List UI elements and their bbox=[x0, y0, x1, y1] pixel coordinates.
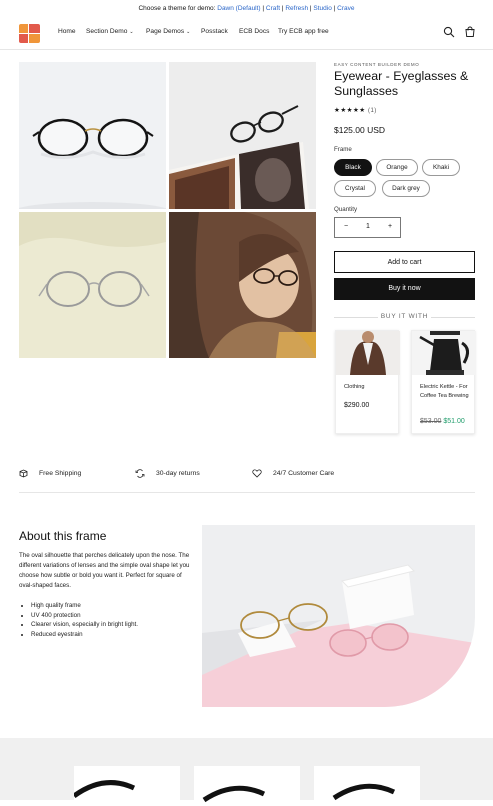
eyeglasses-image bbox=[19, 62, 166, 209]
feature-returns: 30-day returns bbox=[135, 469, 200, 478]
theme-link-dawn[interactable]: Dawn (Default) bbox=[217, 5, 260, 12]
cart-icon[interactable] bbox=[464, 26, 476, 38]
theme-link-studio[interactable]: Studio bbox=[313, 5, 331, 12]
clothing-image bbox=[336, 331, 400, 375]
return-icon bbox=[135, 469, 145, 478]
announcement-bar: Choose a theme for demo: Dawn (Default) … bbox=[0, 0, 493, 17]
quantity-plus-button[interactable]: + bbox=[388, 223, 392, 230]
search-icon[interactable] bbox=[443, 26, 455, 38]
frame-label: Frame bbox=[334, 146, 352, 153]
related-product-2[interactable] bbox=[194, 766, 300, 806]
buy-with-item-title: Electric Kettle - For Coffee Tea Brewing bbox=[420, 384, 469, 399]
feature-customer-care: 24/7 Customer Care bbox=[252, 469, 335, 478]
eyeglasses-thumbnail bbox=[332, 783, 396, 801]
heart-icon bbox=[252, 469, 262, 478]
eyeglasses-thumbnail bbox=[74, 780, 136, 799]
buy-with-card-kettle[interactable]: Electric Kettle - For Coffee Tea Brewing… bbox=[411, 330, 476, 434]
frame-option-orange[interactable]: Orange bbox=[376, 159, 418, 176]
product-rating[interactable]: ★★★★★ (1) bbox=[334, 106, 377, 114]
box-icon bbox=[19, 469, 28, 478]
site-header: Home Section Demo ⌄ Page Demos ⌄ Posstack … bbox=[0, 17, 493, 49]
feature-label: Free Shipping bbox=[39, 470, 82, 477]
quantity-minus-button[interactable]: − bbox=[344, 223, 348, 230]
frame-option-crystal[interactable]: Crystal bbox=[334, 180, 376, 197]
glasses-on-pink-surface-image bbox=[202, 525, 475, 707]
bullet-item: UV 400 protection bbox=[31, 611, 195, 621]
product-title-line2: Sunglasses bbox=[334, 83, 399, 98]
nav-section-demo-label: Section Demo bbox=[86, 28, 128, 35]
feature-free-shipping: Free Shipping bbox=[19, 469, 82, 478]
nav-page-demos-label: Page Demos bbox=[146, 28, 185, 35]
product-price: $125.00 USD bbox=[334, 125, 386, 135]
nav-posstack[interactable]: Posstack bbox=[201, 28, 228, 35]
frame-option-dark-grey[interactable]: Dark grey bbox=[382, 180, 430, 197]
theme-link-refresh[interactable]: Refresh bbox=[285, 5, 308, 12]
product-vendor: EASY CONTENT BUILDER DEMO bbox=[334, 62, 420, 67]
buy-now-button[interactable]: Buy it now bbox=[334, 278, 475, 300]
about-heading: About this frame bbox=[19, 529, 107, 543]
chevron-down-icon: ⌄ bbox=[129, 29, 134, 35]
frame-option-black[interactable]: Black bbox=[334, 159, 372, 176]
related-product-3[interactable] bbox=[314, 766, 420, 806]
product-title: Eyewear - Eyeglasses & Sunglasses bbox=[334, 69, 484, 98]
sale-price: $51.00 bbox=[443, 418, 465, 425]
nav-page-demos[interactable]: Page Demos ⌄ bbox=[146, 28, 190, 35]
feature-label: 24/7 Customer Care bbox=[273, 470, 335, 477]
about-bullets: High quality frame UV 400 protection Cle… bbox=[19, 601, 195, 639]
buy-with-item-price: $290.00 bbox=[344, 402, 370, 409]
nav-home[interactable]: Home bbox=[58, 28, 76, 35]
nav-try-ecb[interactable]: Try ECB app free bbox=[278, 28, 329, 35]
glasses-on-book-image bbox=[169, 62, 316, 209]
nav-section-demo[interactable]: Section Demo ⌄ bbox=[86, 28, 134, 35]
woman-wearing-glasses-image bbox=[169, 212, 316, 358]
features-divider bbox=[19, 492, 475, 493]
chevron-down-icon: ⌄ bbox=[186, 29, 191, 35]
buy-with-card-clothing[interactable]: Clothing $290.00 bbox=[335, 330, 400, 434]
theme-link-crave[interactable]: Crave bbox=[337, 5, 354, 12]
buy-with-heading: BUY IT WITH bbox=[380, 313, 429, 320]
add-to-cart-button[interactable]: Add to cart bbox=[334, 251, 475, 273]
eyeglasses-thumbnail bbox=[202, 785, 266, 803]
about-body: The oval silhouette that perches delicat… bbox=[19, 552, 190, 590]
store-logo[interactable] bbox=[19, 24, 40, 43]
product-title-line1: Eyewear - Eyeglasses & bbox=[334, 69, 469, 83]
feature-label: 30-day returns bbox=[156, 470, 200, 477]
product-image-1[interactable] bbox=[19, 62, 166, 209]
header-divider bbox=[0, 49, 493, 50]
compare-price: $53.00 bbox=[420, 418, 442, 425]
review-count: (1) bbox=[367, 108, 377, 114]
bullet-item: Reduced eyestrain bbox=[31, 630, 195, 640]
product-image-4[interactable] bbox=[169, 212, 316, 358]
kettle-image bbox=[412, 331, 476, 375]
nav-ecb-docs[interactable]: ECB Docs bbox=[239, 28, 269, 35]
related-product-1[interactable] bbox=[74, 766, 180, 806]
product-image-2[interactable] bbox=[169, 62, 316, 209]
announcement-prefix: Choose a theme for demo: bbox=[138, 5, 218, 12]
about-image bbox=[202, 525, 475, 707]
quantity-stepper: − 1 + bbox=[334, 217, 401, 238]
bullet-item: High quality frame bbox=[31, 601, 195, 611]
quantity-label: Quantity bbox=[334, 206, 358, 213]
theme-link-craft[interactable]: Craft bbox=[266, 5, 280, 12]
bullet-item: Clearer vision, especially in bright lig… bbox=[31, 620, 195, 630]
crystal-glasses-image bbox=[19, 212, 166, 358]
buy-with-item-price-group: $53.00 $51.00 bbox=[420, 418, 465, 425]
product-image-3[interactable] bbox=[19, 212, 166, 358]
star-rating-icon: ★★★★★ bbox=[334, 107, 366, 114]
frame-option-khaki[interactable]: Khaki bbox=[422, 159, 460, 176]
quantity-input[interactable]: 1 bbox=[366, 223, 370, 230]
buy-with-item-title: Clothing bbox=[344, 384, 365, 390]
